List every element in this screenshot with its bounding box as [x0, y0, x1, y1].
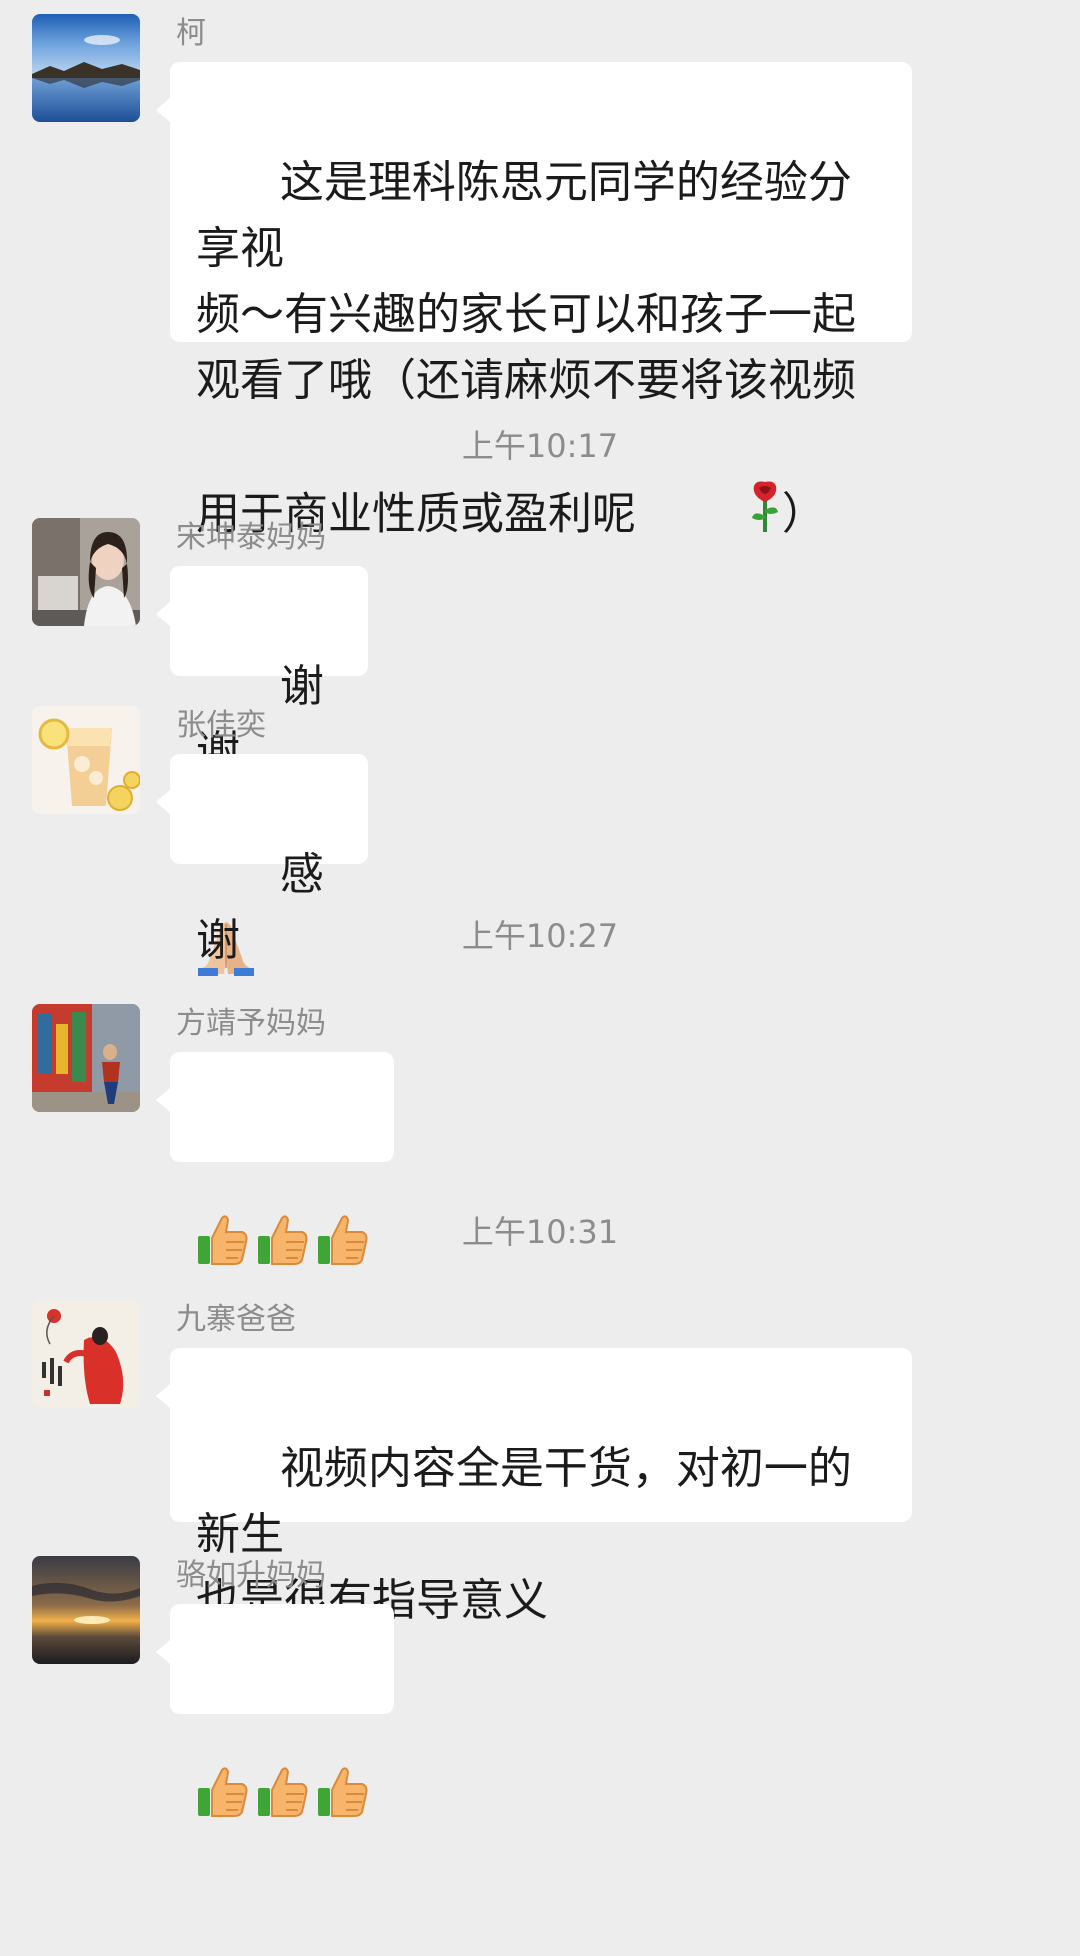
thumbs-up-icon	[198, 1767, 248, 1817]
avatar[interactable]	[32, 1300, 140, 1408]
avatar[interactable]	[32, 1556, 140, 1664]
timestamp: 上午10:31	[461, 1213, 619, 1251]
sender-name: 方靖予妈妈	[176, 1006, 326, 1041]
ink-painting-avatar-image	[32, 1300, 140, 1408]
chat-message-list[interactable]: 柯 这是理科陈思元同学的经验分享视 频～有兴趣的家长可以和孩子一起 观看了哦（还…	[0, 0, 1080, 1817]
sunset-sky-avatar-image	[32, 1556, 140, 1664]
message-bubble[interactable]: 这是理科陈思元同学的经验分享视 频～有兴趣的家长可以和孩子一起 观看了哦（还请麻…	[156, 62, 912, 540]
message-text: 视频内容全是干货，对初一的新生 也是很有指导意义	[196, 1443, 852, 1626]
message-bubble[interactable]	[156, 1604, 394, 1817]
sender-name: 宋坤泰妈妈	[176, 520, 326, 555]
avatar[interactable]	[32, 1004, 140, 1112]
sender-name: 柯	[176, 16, 206, 51]
timestamp: 上午10:17	[461, 427, 619, 465]
message-bubble[interactable]: 视频内容全是干货，对初一的新生 也是很有指导意义	[156, 1348, 912, 1626]
thumbs-up-icon	[258, 1767, 308, 1817]
lake-landscape-avatar-image	[32, 14, 140, 122]
sender-name: 骆如升妈妈	[176, 1558, 326, 1593]
avatar[interactable]	[32, 518, 140, 626]
iced-lemon-tea-avatar-image	[32, 706, 140, 814]
graffiti-street-avatar-image	[32, 1004, 140, 1112]
sender-name: 九寨爸爸	[176, 1302, 296, 1337]
avatar[interactable]	[32, 14, 140, 122]
timestamp: 上午10:27	[461, 917, 619, 955]
emoji-row	[196, 1758, 368, 1824]
sender-name: 张佳奕	[176, 708, 266, 743]
woman-portrait-avatar-image	[32, 518, 140, 626]
message-trailing-text: ）	[781, 488, 826, 540]
avatar[interactable]	[32, 706, 140, 814]
message-bubble[interactable]: 谢谢	[156, 566, 368, 976]
message-bubble[interactable]	[156, 1052, 394, 1265]
thumbs-up-icon	[318, 1767, 368, 1817]
message-bubble[interactable]: 感谢	[156, 754, 368, 1160]
